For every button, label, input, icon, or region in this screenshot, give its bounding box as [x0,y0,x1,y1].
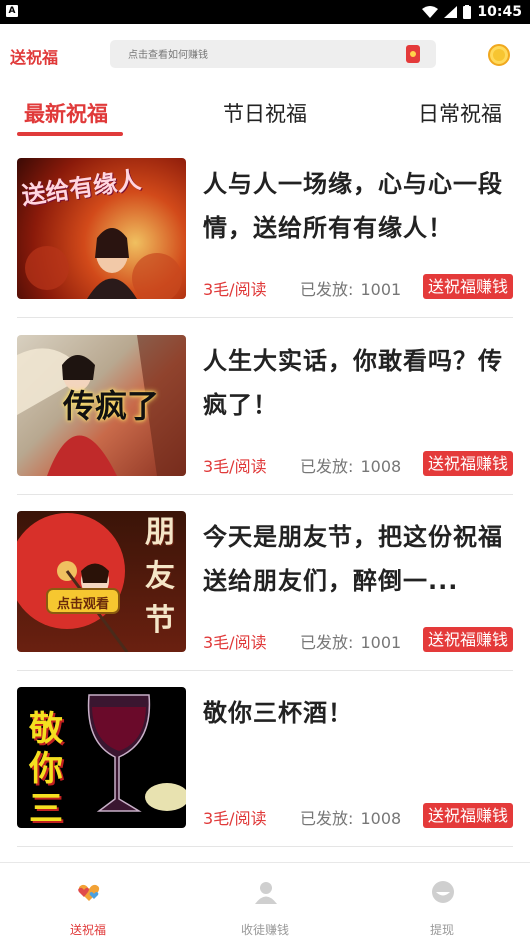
tab-daily[interactable]: 日常祝福 [418,98,502,128]
thumbnail-caption: 传疯了 [63,387,160,425]
sent-count: 已发放: 1008 [300,809,402,828]
person-icon [255,882,277,904]
nav-send-blessing[interactable]: 送祝福 [0,863,176,942]
red-envelope-icon[interactable] [406,45,420,63]
sent-count: 已发放: 1001 [300,633,402,652]
send-blessing-button[interactable]: 送祝福赚钱 [423,274,513,299]
list-item[interactable]: 送给有缘人 人与人一场缘，心与心一段情，送给所有有缘人！ 3毛/阅读 已发放: … [0,142,530,318]
thumbnail-badge: 点击观看 [57,597,110,612]
thumbnail-image[interactable]: 送给有缘人 [17,158,186,299]
nav-label: 收徒赚钱 [240,923,289,937]
hearts-icon [78,884,100,901]
app-title: 送祝福 [10,48,59,67]
clock: 10:45 [477,4,522,20]
thumbnail-caption: 朋友节 [145,515,175,638]
search-bar[interactable]: 点击查看如何赚钱 [110,40,436,68]
nav-label: 提现 [429,923,454,937]
item-title[interactable]: 人生大实话，你敢看吗？传疯了！ [203,339,513,427]
tab-latest[interactable]: 最新祝福 [24,98,108,128]
item-title[interactable]: 今天是朋友节，把这份祝福送给朋友们，醉倒一... [203,515,513,603]
tab-holiday[interactable]: 节日祝福 [223,98,307,128]
divider [17,317,513,318]
thumbnail-image[interactable]: 点击观看 朋友节 [17,511,186,652]
reward-rate: 3毛/阅读 [203,280,267,299]
nav-label: 送祝福 [69,923,106,937]
sent-count: 已发放: 1001 [300,280,402,299]
bottom-nav: 送祝福 收徒赚钱 提现 [0,862,530,942]
thumbnail-caption: 敬你三杯 [29,709,63,828]
reward-rate: 3毛/阅读 [203,809,267,828]
battery-icon [463,5,472,19]
coin-icon[interactable] [488,44,510,66]
send-blessing-button[interactable]: 送祝福赚钱 [423,803,513,828]
list-item[interactable]: 点击观看 朋友节 今天是朋友节，把这份祝福送给朋友们，醉倒一... 3毛/阅读 … [0,495,530,671]
sent-count: 已发放: 1008 [300,457,402,476]
signal-icon [444,6,458,18]
search-placeholder: 点击查看如何赚钱 [128,50,208,61]
list-item[interactable]: 敬你三杯 敬你三杯酒！ 3毛/阅读 已发放: 1008 送祝福赚钱 [0,671,530,847]
nav-recruit[interactable]: 收徒赚钱 [177,863,353,942]
send-blessing-button[interactable]: 送祝福赚钱 [423,451,513,476]
wifi-icon [422,6,439,18]
status-bar: A 10:45 [0,0,530,24]
send-blessing-button[interactable]: 送祝福赚钱 [423,627,513,652]
divider [17,846,513,847]
top-bar: 送祝福 点击查看如何赚钱 [0,24,530,84]
wallet-icon [432,881,454,903]
item-title[interactable]: 敬你三杯酒！ [203,691,513,735]
notification-icon: A [6,5,18,17]
item-title[interactable]: 人与人一场缘，心与心一段情，送给所有有缘人！ [203,162,513,250]
thumbnail-image[interactable]: 传疯了 [17,335,186,476]
reward-rate: 3毛/阅读 [203,633,267,652]
reward-rate: 3毛/阅读 [203,457,267,476]
thumbnail-image[interactable]: 敬你三杯 [17,687,186,828]
category-tabs: 最新祝福 节日祝福 日常祝福 [0,92,530,144]
list-item[interactable]: 传疯了 人生大实话，你敢看吗？传疯了！ 3毛/阅读 已发放: 1008 送祝福赚… [0,319,530,495]
nav-withdraw[interactable]: 提现 [354,863,530,942]
active-tab-indicator [17,132,123,136]
